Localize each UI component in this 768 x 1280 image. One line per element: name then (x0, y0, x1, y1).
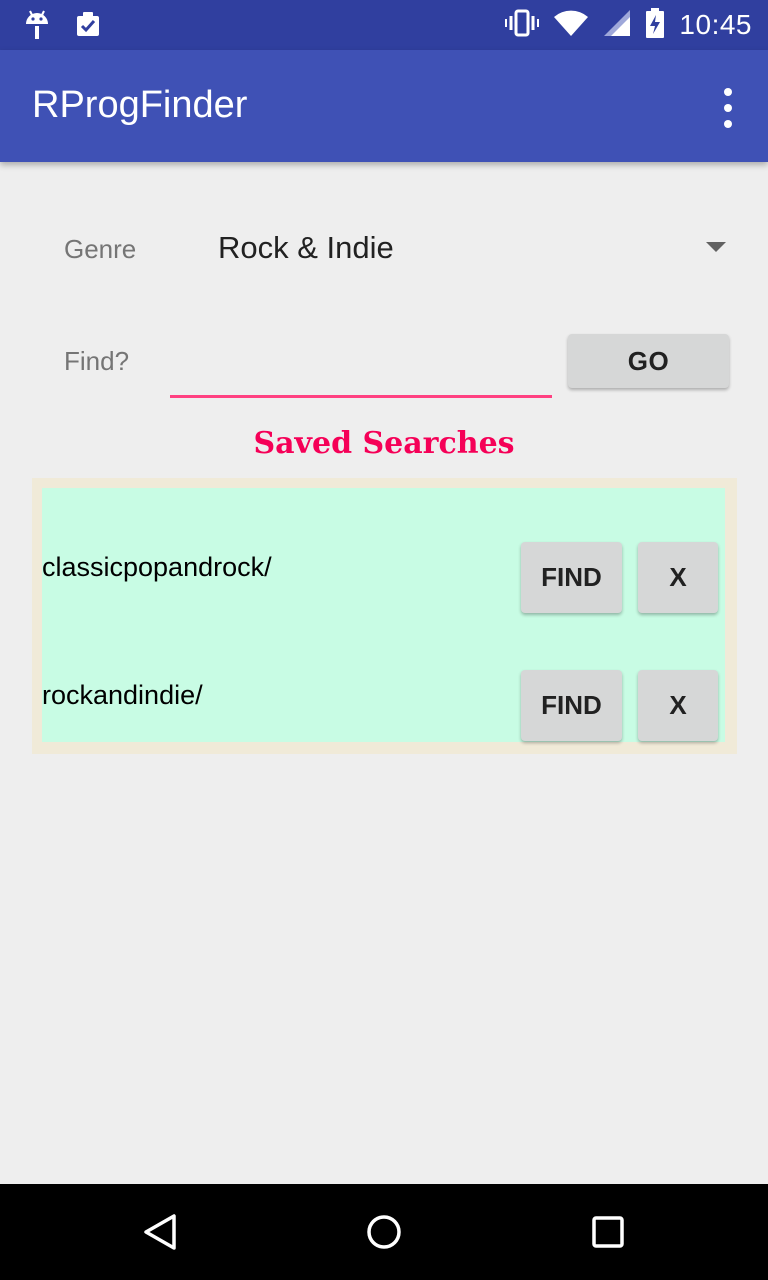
android-debug-icon (22, 8, 52, 47)
saved-searches-panel: classicpopandrock/ FIND X rockandindie/ … (32, 478, 737, 754)
status-time: 10:45 (679, 9, 752, 40)
genre-label: Genre (64, 234, 137, 264)
navigation-bar (0, 1184, 768, 1280)
vibrate-icon (505, 8, 540, 43)
recents-icon[interactable] (584, 1208, 632, 1256)
saved-searches-heading: Saved Searches (253, 426, 515, 461)
saved-search-name: classicpopandrock/ (42, 552, 272, 582)
cell-signal-icon (603, 9, 631, 42)
back-icon[interactable] (136, 1208, 184, 1256)
find-label: Find? (64, 346, 130, 376)
system-icons: 10:45 (505, 0, 752, 50)
dropdown-arrow-icon (706, 242, 726, 252)
find-input[interactable] (170, 332, 552, 398)
more-vert-icon[interactable] (716, 88, 740, 128)
saved-search-name: rockandindie/ (42, 680, 203, 710)
wifi-icon (553, 9, 589, 42)
overflow-dot (724, 104, 732, 112)
app-bar: RProgFinder (0, 50, 768, 162)
go-button[interactable]: GO (568, 334, 729, 388)
genre-spinner[interactable]: Rock & Indie (216, 220, 736, 280)
clipboard-check-icon (72, 8, 104, 47)
overflow-dot (724, 120, 732, 128)
app-title: RProgFinder (32, 84, 248, 126)
find-saved-button[interactable]: FIND (521, 670, 622, 741)
remove-saved-button[interactable]: X (638, 542, 718, 613)
home-icon[interactable] (360, 1208, 408, 1256)
overflow-dot (724, 88, 732, 96)
find-saved-button[interactable]: FIND (521, 542, 622, 613)
battery-charging-icon (645, 7, 665, 44)
list-item: classicpopandrock/ FIND X (42, 530, 725, 613)
remove-saved-button[interactable]: X (638, 670, 718, 741)
genre-value: Rock & Indie (218, 230, 394, 265)
notification-icons (22, 8, 104, 47)
saved-searches-list: classicpopandrock/ FIND X rockandindie/ … (42, 488, 725, 742)
status-bar: 10:45 (0, 0, 768, 50)
list-item: rockandindie/ FIND X (42, 658, 725, 741)
